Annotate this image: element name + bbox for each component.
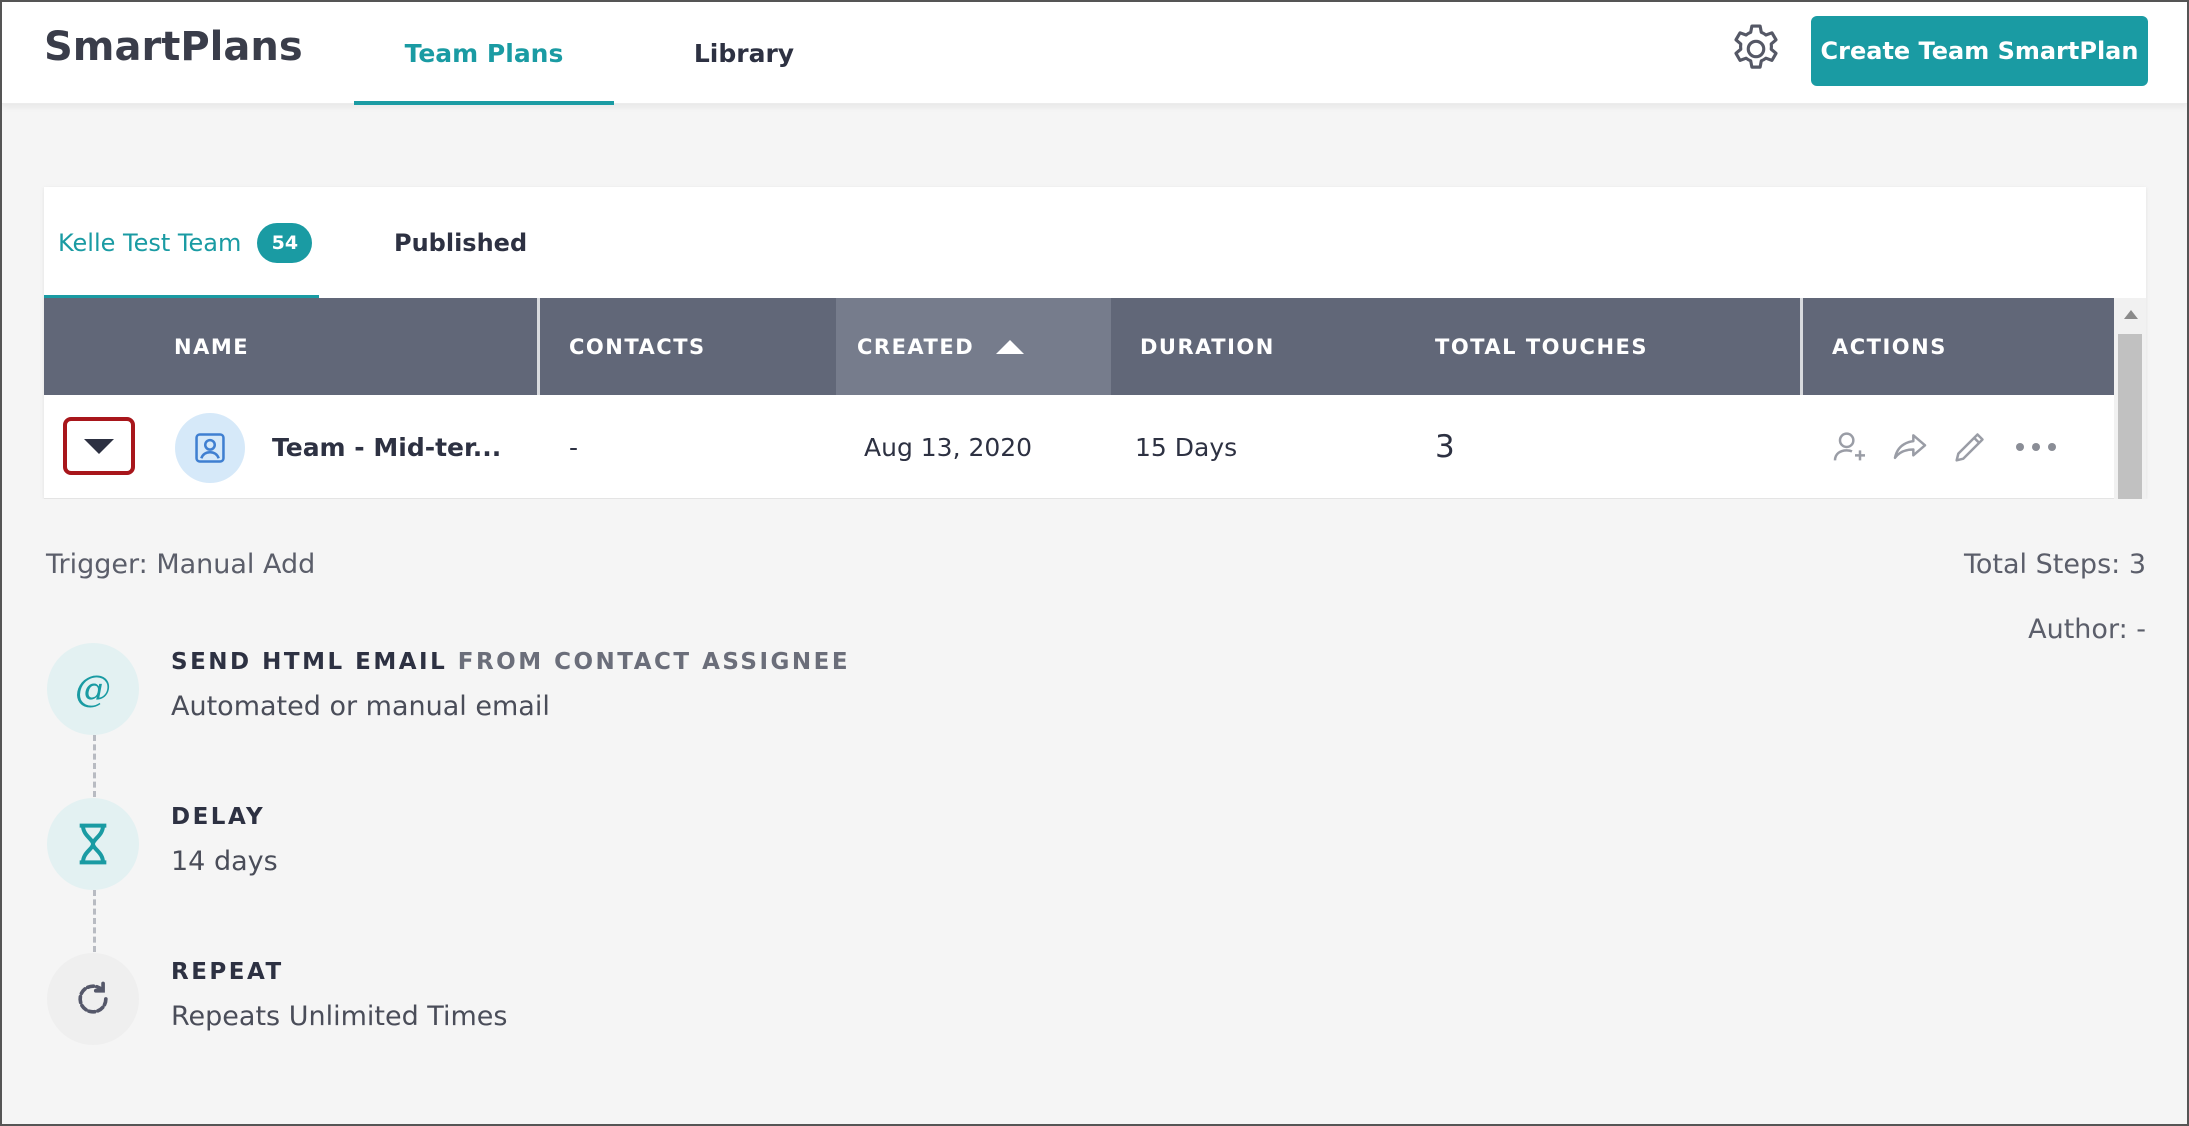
team-contact-icon [175,413,245,483]
step-title-main: SEND HTML EMAIL [171,649,448,675]
more-icon[interactable] [2008,425,2064,469]
repeat-icon [47,953,139,1045]
author-text: Author: - [2028,614,2146,645]
settings-gear-icon[interactable] [1727,20,1785,78]
tab-team-plans[interactable]: Team Plans [354,2,614,105]
subtab-team[interactable]: Kelle Test Team 54 [44,187,319,299]
table-header: NAME CONTACTS CREATED DURATION TOTAL TOU… [44,298,2114,395]
step-title: SEND HTML EMAIL FROM CONTACT ASSIGNEE [171,649,850,675]
count-badge: 54 [257,222,313,263]
subtab-team-label: Kelle Test Team [58,228,242,257]
plan-name[interactable]: Team - Mid-ter... [272,395,501,499]
plan-details-panel: Trigger: Manual Add Total Steps: 3 Autho… [0,499,2189,1126]
caret-down-icon [84,438,114,454]
step-title: DELAY [171,804,266,830]
scroll-thumb[interactable] [2118,334,2142,499]
column-header-actions: ACTIONS [1832,334,1947,359]
expand-row-button[interactable] [63,417,135,475]
contacts-value: - [569,432,579,462]
tab-library[interactable]: Library [664,2,824,104]
step-connector [93,890,96,952]
column-header-contacts-label: CONTACTS [569,334,706,359]
table-row[interactable]: Team - Mid-ter... - Aug 13, 2020 15 Days… [44,395,2114,499]
hourglass-icon [47,798,139,890]
step-title-suffix: FROM CONTACT ASSIGNEE [457,649,851,675]
row-actions [1828,395,2080,499]
scroll-up-arrow-icon[interactable] [2124,310,2138,319]
edit-icon[interactable] [1948,425,1992,469]
subtabs: Kelle Test Team 54 Published [44,187,2146,299]
column-header-contacts[interactable]: CONTACTS [569,298,859,395]
trigger-text: Trigger: Manual Add [46,549,316,580]
total-steps-text: Total Steps: 3 [1963,549,2146,580]
step-description: Repeats Unlimited Times [171,1001,508,1032]
app-logo: SmartPlans [44,24,303,70]
total-touches-value: 3 [1435,429,1455,465]
column-header-duration[interactable]: DURATION [1140,298,1400,395]
column-header-created-label: CREATED [857,334,975,359]
share-icon[interactable] [1888,425,1932,469]
create-team-smartplan-button[interactable]: Create Team SmartPlan [1811,16,2148,86]
step-description: 14 days [171,846,278,877]
step-title: REPEAT [171,959,284,985]
step-description: Automated or manual email [171,691,550,722]
add-contact-icon[interactable] [1828,425,1872,469]
smartplans-card: Kelle Test Team 54 Published NAME CONTAC… [44,187,2146,499]
table-scrollbar[interactable] [2114,298,2146,499]
column-header-total-touches[interactable]: TOTAL TOUCHES [1435,298,1795,395]
at-icon: @ [47,643,139,735]
created-value: Aug 13, 2020 [864,432,1033,462]
sort-ascending-icon [996,339,1025,354]
duration-value: 15 Days [1135,432,1238,462]
column-header-name[interactable]: NAME [174,298,574,395]
column-header-created[interactable]: CREATED [836,298,1111,395]
step-connector [93,735,96,797]
subtab-published[interactable]: Published [394,187,614,298]
top-header: SmartPlans Team Plans Library Create Tea… [2,2,2187,105]
